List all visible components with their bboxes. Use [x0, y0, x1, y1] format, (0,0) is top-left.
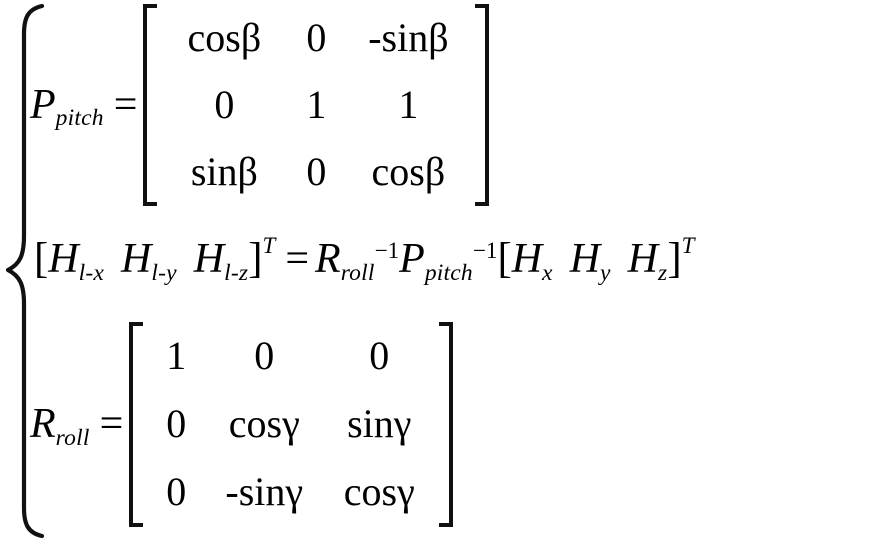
rhs-open-bracket: [ [497, 235, 512, 282]
pitch-cell-r3c3: cosβ [371, 148, 446, 194]
roll-cell-r3c1: 0 [166, 469, 187, 514]
pitch-cell-r2c2: 1 [306, 81, 327, 127]
lhs-term-hly-subscript: l-y [151, 260, 177, 287]
rhs-term-hz-subscript: z [658, 260, 668, 287]
rhs-factor-ppitch-superscript: −1 [472, 237, 498, 264]
rhs-term-hy-subscript: y [600, 260, 611, 287]
pitch-matrix-left-bracket [143, 4, 159, 206]
equation-vector-transform: [ Hl-x Hl-y Hl-z ] T = Rroll−1 Ppitch−1 [… [34, 233, 694, 285]
roll-cell-r2c2: cosγ [228, 401, 300, 446]
roll-cell-r1c2: 0 [254, 333, 275, 378]
roll-matrix: 1 0 0 0 cosγ sinγ 0 -sinγ cosγ [129, 322, 454, 527]
roll-cell-r3c2: -sinγ [225, 469, 304, 514]
pitch-matrix: cosβ 0 -sinβ 0 1 1 sinβ 0 cosβ [143, 4, 490, 206]
pitch-cell-r3c1: sinβ [190, 148, 258, 194]
equation-figure: Ppitch = cosβ 0 -sinβ 0 1 1 sinβ 0 cosβ … [0, 0, 883, 542]
rhs-term-hy: Hy [569, 236, 611, 285]
lhs-transpose: T [262, 231, 276, 258]
lhs-term-hlz: Hl-z [193, 236, 248, 285]
roll-lhs: Rroll [30, 401, 90, 450]
lhs-term-hlx-symbol: H [48, 236, 79, 283]
rhs-factor-rroll-superscript: −1 [374, 237, 400, 264]
roll-cell-r1c1: 1 [166, 333, 187, 378]
roll-subscript: roll [55, 424, 90, 451]
rhs-factor-rroll: Rroll−1 [315, 236, 400, 285]
equation-pitch-matrix: Ppitch = cosβ 0 -sinβ 0 1 1 sinβ 0 cosβ [30, 4, 490, 206]
roll-equals-sign: = [99, 401, 124, 447]
pitch-matrix-right-bracket [473, 4, 490, 206]
rhs-term-hx-subscript: x [542, 260, 553, 287]
pitch-lhs: Ppitch [30, 81, 104, 131]
rhs-factor-ppitch: Ppitch−1 [399, 236, 498, 285]
lhs-term-hlx-subscript: l-x [78, 260, 105, 287]
rhs-term-hz: Hz [627, 236, 668, 285]
pitch-cell-r3c2: 0 [306, 148, 327, 194]
roll-cell-r2c3: sinγ [347, 401, 412, 446]
rhs-transpose: T [681, 231, 695, 258]
lhs-term-hly: Hl-y [121, 236, 177, 285]
pitch-subscript: pitch [55, 105, 104, 132]
pitch-cell-r1c2: 0 [306, 14, 327, 60]
roll-matrix-right-bracket [437, 322, 454, 527]
lhs-term-hlx: Hl-x [48, 236, 104, 285]
rhs-factor-rroll-subscript: roll [340, 260, 375, 287]
rhs-term-hy-symbol: H [569, 236, 601, 283]
pitch-equals-sign: = [113, 81, 138, 128]
rhs-term-hx-symbol: H [511, 236, 543, 283]
vector-equals-sign: = [285, 236, 310, 283]
equation-roll-matrix: Rroll = 1 0 0 0 cosγ sinγ 0 -sinγ cosγ [30, 322, 454, 527]
pitch-cell-r2c1: 0 [214, 81, 235, 127]
roll-symbol: R [30, 401, 56, 447]
roll-cell-r2c1: 0 [166, 401, 187, 446]
roll-cell-r1c3: 0 [369, 333, 390, 378]
lhs-open-bracket: [ [34, 235, 49, 282]
pitch-cell-r1c1: cosβ [187, 14, 262, 60]
pitch-cell-r1c3: -sinβ [368, 14, 449, 60]
roll-matrix-grid: 1 0 0 0 cosγ sinγ 0 -sinγ cosγ [147, 322, 435, 526]
rhs-term-hz-symbol: H [627, 236, 659, 283]
lhs-close-bracket: ] [248, 235, 263, 282]
pitch-cell-r2c3: 1 [398, 81, 419, 127]
rhs-factor-ppitch-subscript: pitch [424, 260, 473, 287]
pitch-symbol: P [30, 81, 56, 128]
pitch-matrix-grid: cosβ 0 -sinβ 0 1 1 sinβ 0 cosβ [161, 4, 471, 205]
lhs-term-hly-symbol: H [121, 236, 152, 283]
roll-matrix-left-bracket [129, 322, 145, 527]
lhs-term-hlz-subscript: l-z [224, 260, 249, 287]
rhs-term-hx: Hx [511, 236, 553, 285]
rhs-factor-ppitch-symbol: P [399, 236, 425, 283]
lhs-term-hlz-symbol: H [193, 236, 225, 283]
rhs-close-bracket: ] [667, 235, 682, 282]
rhs-factor-rroll-symbol: R [315, 236, 341, 283]
roll-cell-r3c3: cosγ [343, 469, 415, 514]
